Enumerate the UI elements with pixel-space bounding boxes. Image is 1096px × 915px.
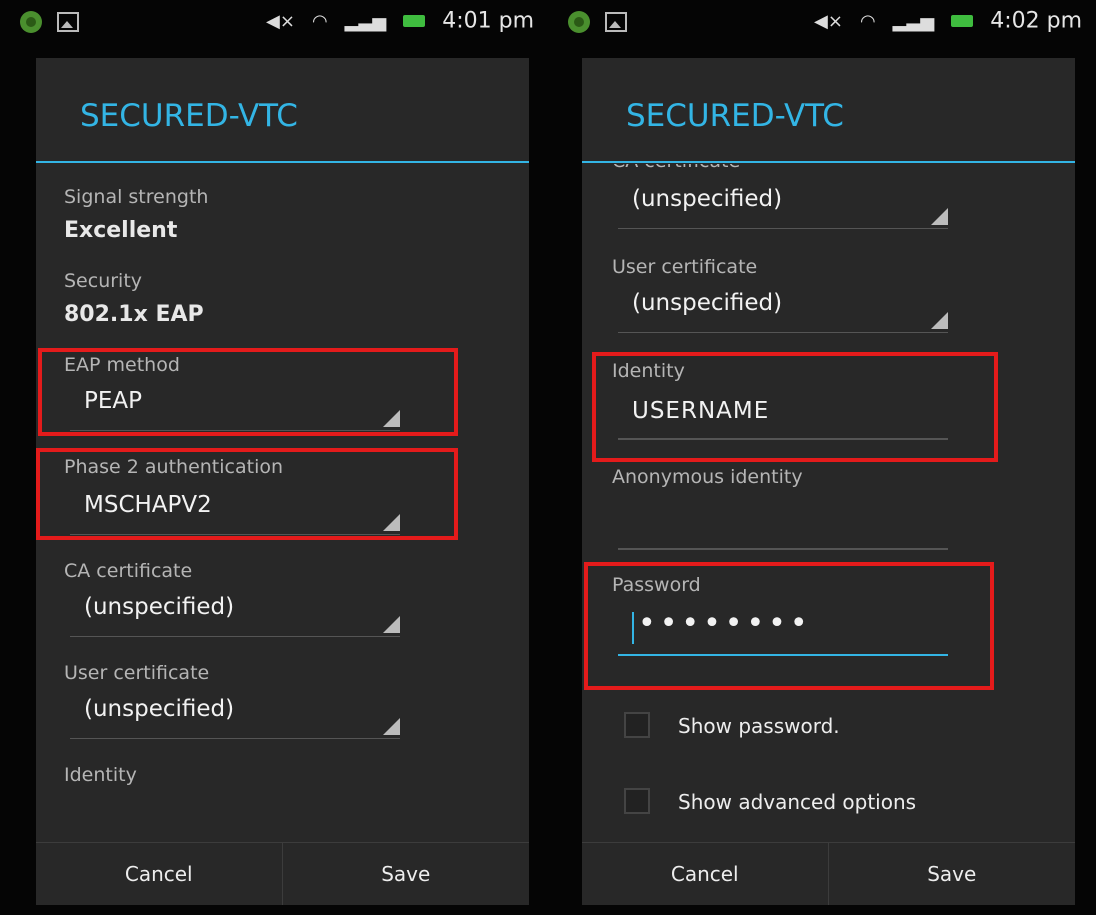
save-button[interactable]: Save (283, 843, 530, 905)
ca-certificate-value: (unspecified) (632, 186, 783, 212)
title-divider (582, 161, 1075, 163)
wifi-icon: ◠ (311, 10, 328, 32)
battery-icon (403, 15, 426, 27)
user-certificate-label: User certificate (64, 662, 210, 684)
wifi-icon: ◠ (859, 10, 876, 32)
show-advanced-label: Show advanced options (678, 790, 917, 814)
highlight-eap-method (38, 348, 458, 436)
wifi-dialog: SECURED-VTC CA certificate (unspecified)… (582, 58, 1075, 905)
mute-icon: ◀× (814, 10, 843, 32)
signal-strength-label: Signal strength (64, 186, 209, 208)
signal-icon: ▂▃▅ (344, 10, 387, 32)
cancel-button[interactable]: Cancel (582, 843, 829, 905)
dropdown-arrow-icon (931, 208, 948, 225)
security-label: Security (64, 270, 143, 292)
status-time: 4:02 pm (990, 8, 1082, 34)
user-certificate-value: (unspecified) (84, 696, 235, 722)
android-icon (568, 11, 590, 33)
highlight-identity (592, 352, 998, 462)
mute-icon: ◀× (266, 10, 295, 32)
dropdown-arrow-icon (931, 312, 948, 329)
android-icon (20, 11, 42, 33)
button-bar: Cancel Save (582, 842, 1075, 905)
cancel-button[interactable]: Cancel (36, 843, 283, 905)
show-advanced-checkbox[interactable] (624, 788, 650, 814)
dropdown-arrow-icon (383, 616, 400, 633)
status-time: 4:01 pm (442, 8, 534, 34)
identity-label: Identity (64, 764, 137, 786)
button-bar: Cancel Save (36, 842, 529, 905)
user-certificate-spinner[interactable]: (unspecified) (70, 686, 400, 739)
dialog-title: SECURED-VTC (80, 98, 298, 134)
status-bar: ◀× ◠ ▂▃▅ 4:01 pm (0, 0, 548, 48)
signal-icon: ▂▃▅ (892, 10, 935, 32)
left-screen: ◀× ◠ ▂▃▅ 4:01 pm SECURED-VTC Signal stre… (0, 0, 548, 915)
anonymous-identity-input[interactable] (618, 498, 948, 550)
dialog-title: SECURED-VTC (626, 98, 844, 134)
dropdown-arrow-icon (383, 718, 400, 735)
battery-icon (951, 15, 974, 27)
ca-certificate-label: CA certificate (612, 164, 740, 172)
image-icon (605, 12, 628, 32)
anonymous-identity-label: Anonymous identity (612, 466, 803, 488)
ca-certificate-value: (unspecified) (84, 594, 235, 620)
user-certificate-label: User certificate (612, 256, 758, 278)
title-divider (36, 161, 529, 163)
save-button[interactable]: Save (829, 843, 1076, 905)
security-value: 802.1x EAP (64, 302, 204, 327)
right-screen: ◀× ◠ ▂▃▅ 4:02 pm SECURED-VTC CA certific… (548, 0, 1096, 915)
status-bar: ◀× ◠ ▂▃▅ 4:02 pm (548, 0, 1096, 48)
ca-certificate-label: CA certificate (64, 560, 193, 582)
show-password-label: Show password. (678, 714, 840, 738)
user-certificate-value: (unspecified) (632, 290, 783, 316)
highlight-password (584, 562, 994, 690)
ca-certificate-spinner[interactable]: (unspecified) (618, 176, 948, 229)
show-password-checkbox[interactable] (624, 712, 650, 738)
user-certificate-spinner[interactable]: (unspecified) (618, 280, 948, 333)
ca-certificate-spinner[interactable]: (unspecified) (70, 584, 400, 637)
signal-strength-value: Excellent (64, 218, 178, 243)
highlight-phase2-auth (36, 448, 458, 540)
image-icon (57, 12, 80, 32)
